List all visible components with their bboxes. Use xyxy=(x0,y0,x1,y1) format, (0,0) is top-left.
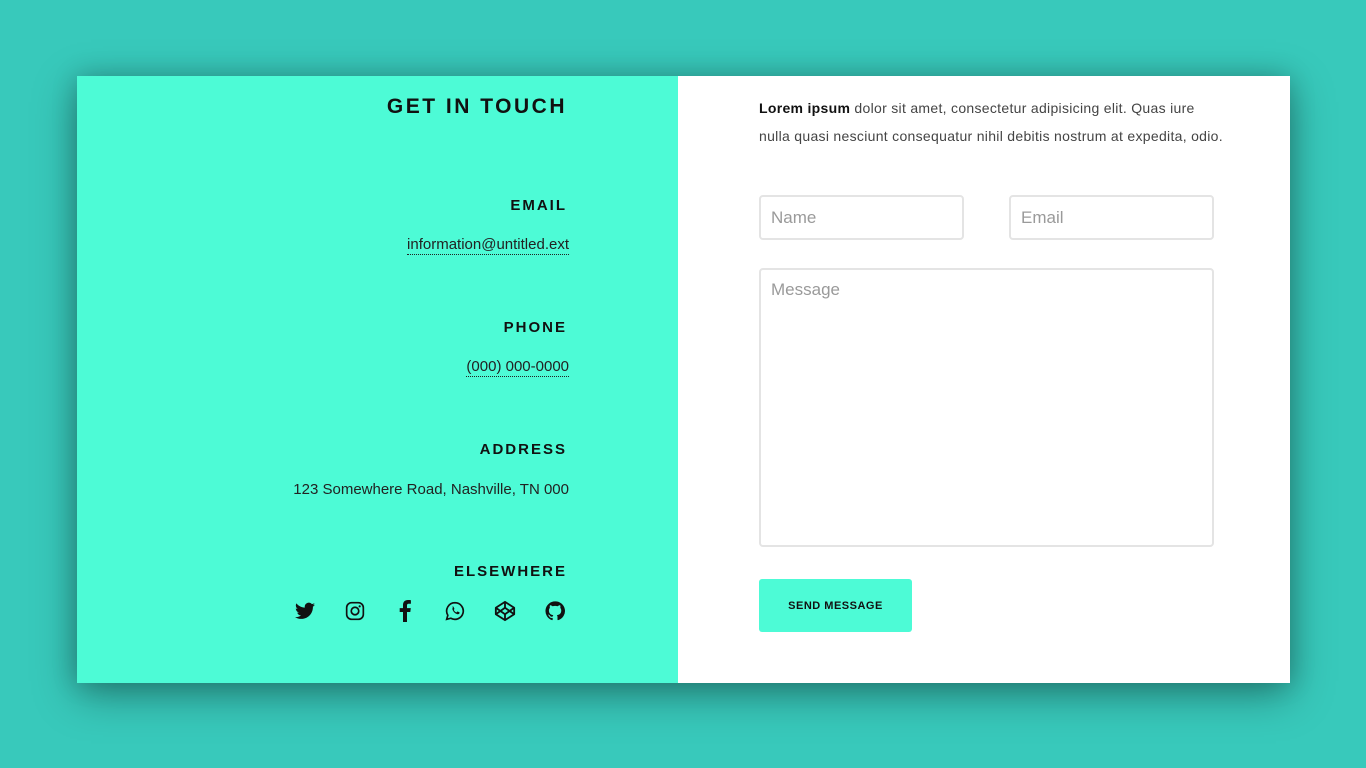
contact-form-panel: Lorem ipsum dolor sit amet, consectetur … xyxy=(678,76,1290,683)
phone-link[interactable]: (000) 000-0000 xyxy=(466,358,569,377)
email-label: EMAIL xyxy=(510,197,567,214)
intro-bold: Lorem ipsum xyxy=(759,100,851,116)
message-textarea[interactable] xyxy=(759,268,1214,547)
github-icon[interactable] xyxy=(541,599,569,623)
facebook-icon[interactable] xyxy=(391,599,419,623)
address-label: ADDRESS xyxy=(479,441,567,458)
contact-card: GET IN TOUCH EMAIL information@untitled.… xyxy=(77,76,1290,683)
whatsapp-icon[interactable] xyxy=(441,599,469,623)
name-input[interactable] xyxy=(759,195,964,240)
page-title: GET IN TOUCH xyxy=(386,95,567,118)
twitter-icon[interactable] xyxy=(291,599,319,623)
send-message-button[interactable]: SEND MESSAGE xyxy=(759,579,912,632)
instagram-icon[interactable] xyxy=(341,599,369,623)
email-link[interactable]: information@untitled.ext xyxy=(407,236,569,255)
codepen-icon[interactable] xyxy=(491,599,519,623)
elsewhere-label: ELSEWHERE xyxy=(453,563,567,580)
email-input[interactable] xyxy=(1009,195,1214,240)
contact-info-panel: GET IN TOUCH EMAIL information@untitled.… xyxy=(77,76,678,683)
address-text: 123 Somewhere Road, Nashville, TN 000 xyxy=(293,481,569,498)
intro-text: Lorem ipsum dolor sit amet, consectetur … xyxy=(759,94,1229,150)
social-links xyxy=(291,599,569,623)
phone-label: PHONE xyxy=(503,319,567,336)
